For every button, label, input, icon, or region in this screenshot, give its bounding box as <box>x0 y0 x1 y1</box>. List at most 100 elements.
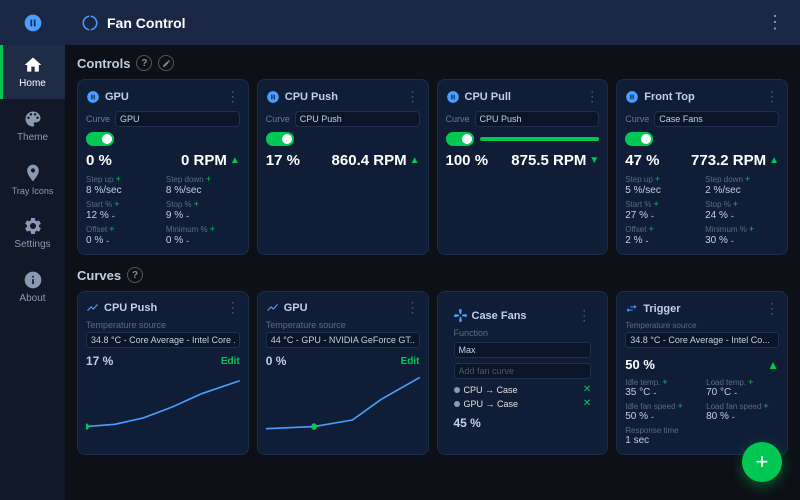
trigger-more[interactable]: ⋮ <box>765 300 779 317</box>
cpu-push-curve-pct: 17 % Edit <box>78 352 248 372</box>
trigger-temp-select[interactable]: 34.8 °C - Core Average - Intel Co... <box>625 332 779 348</box>
ft-start: Start % + 27 % - <box>625 199 699 221</box>
theme-icon <box>23 109 43 129</box>
ft-offset: Offset + 2 % - <box>625 224 699 246</box>
cpu-push-card-title: CPU Push <box>266 90 338 104</box>
gpu-step-down-val: 8 %/sec <box>166 185 240 196</box>
home-icon <box>23 55 43 75</box>
sidebar-item-theme-label: Theme <box>17 132 48 143</box>
gpu-step-up-val: 8 %/sec <box>86 185 160 196</box>
front-top-toggle[interactable] <box>625 132 653 146</box>
trigger-chevron-up: ▲ <box>767 358 779 372</box>
gpu-pct: 0 % <box>86 152 112 169</box>
add-fan-select[interactable]: Add fan curve <box>454 363 592 379</box>
gpu-start-val: 12 % - <box>86 210 160 221</box>
cpu-push-curve-more[interactable]: ⋮ <box>226 299 240 316</box>
gpu-control-card: GPU ⋮ Curve GPU 0 % 0 RPM <box>77 79 249 255</box>
cpu-push-rpm: 860.4 RPM ▲ <box>332 152 420 169</box>
sidebar-top <box>0 0 65 45</box>
controls-help-icon[interactable]: ? <box>136 55 152 71</box>
cpu-push-control-card: CPU Push ⋮ Curve CPU Push 17 % 860.4 <box>257 79 429 255</box>
cpu-push-card-header: CPU Push ⋮ <box>266 88 420 105</box>
cpu-pull-curve-label: Curve <box>446 114 470 124</box>
front-top-title: Front Top <box>644 91 695 103</box>
info-icon <box>23 270 43 290</box>
remove-gpu-case-button[interactable]: ✕ <box>583 398 591 409</box>
cpu-push-chart <box>78 372 248 432</box>
sidebar-item-home-label: Home <box>19 78 46 89</box>
content-area: Controls ? GPU ⋮ Curve GPU <box>65 45 800 500</box>
case-func-label-row: Function <box>454 328 592 338</box>
gpu-toggle[interactable] <box>86 132 114 146</box>
cpu-push-more-button[interactable]: ⋮ <box>406 88 420 105</box>
gpu-title: GPU <box>105 91 129 103</box>
gpu-offset-label: Offset + <box>86 224 160 234</box>
cpu-pull-toggle[interactable] <box>446 132 474 146</box>
sidebar: Home Theme Tray Icons Settings About <box>0 0 65 500</box>
gpu-curve-label: Curve <box>86 114 110 124</box>
cpu-push-curve-select[interactable]: CPU Push <box>295 111 420 127</box>
trigger-temp-block: Temperature source 34.8 °C - Core Averag… <box>625 321 779 357</box>
trigger-temp-label: Temperature source <box>625 321 779 330</box>
front-top-rpm-arrow: ▲ <box>769 155 779 166</box>
cpu-pull-card-header: CPU Pull ⋮ <box>446 88 600 105</box>
cpu-pull-curve-select[interactable]: CPU Push <box>475 111 600 127</box>
cpu-pull-control-card: CPU Pull ⋮ Curve CPU Push 100 % <box>437 79 609 255</box>
gpu-curve-select[interactable]: GPU <box>115 111 240 127</box>
gpu-temp-src-label: Temperature source 44 °C - GPU - NVIDIA … <box>258 320 428 352</box>
front-top-curve-row: Curve Case Fans <box>625 111 779 127</box>
gpu-chart <box>258 372 428 432</box>
case-fans-func: Function Max Add fan curve CPU → Case ✕ <box>446 328 600 434</box>
app-header: Fan Control ⋮ <box>65 0 800 45</box>
front-top-more-button[interactable]: ⋮ <box>765 88 779 105</box>
case-fans-curve-card: Case Fans ⋮ Function Max Add fan curve <box>437 291 609 455</box>
gpu-card-header: GPU ⋮ <box>86 88 240 105</box>
front-top-curve-select[interactable]: Case Fans <box>654 111 779 127</box>
gpu-rpm: 0 RPM ▲ <box>181 152 240 169</box>
header-menu-button[interactable]: ⋮ <box>766 12 784 33</box>
cpu-push-title: CPU Push <box>285 91 338 103</box>
gpu-min-val: 0 % - <box>166 235 240 246</box>
cpu-pull-value-row: 100 % 875.5 RPM ▼ <box>446 152 600 169</box>
cpu-pull-more-button[interactable]: ⋮ <box>585 88 599 105</box>
controls-edit-icon[interactable] <box>158 55 174 71</box>
case-fans-more[interactable]: ⋮ <box>577 307 591 324</box>
sidebar-item-home[interactable]: Home <box>0 45 65 99</box>
front-top-toggle-row <box>625 132 779 146</box>
cpu-push-edit-link[interactable]: Edit <box>221 356 240 367</box>
front-top-control-card: Front Top ⋮ Curve Case Fans 47 % 773. <box>616 79 788 255</box>
gpu-card-title: GPU <box>86 90 129 104</box>
gpu-toggle-row <box>86 132 240 146</box>
gpu-offset-val: 0 % - <box>86 235 160 246</box>
gpu-curve-more[interactable]: ⋮ <box>406 299 420 316</box>
sidebar-item-tray[interactable]: Tray Icons <box>0 153 65 206</box>
curves-cards-grid: CPU Push ⋮ Temperature source 34.8 °C - … <box>77 291 788 455</box>
gpu-min-label: Minimum % + <box>166 224 240 234</box>
cpu-push-toggle[interactable] <box>266 132 294 146</box>
remove-cpu-case-button[interactable]: ✕ <box>583 384 591 395</box>
sidebar-item-about[interactable]: About <box>0 260 65 314</box>
cpu-push-temp-select[interactable]: 34.8 °C - Core Average - Intel Core ... <box>86 332 240 348</box>
add-fab-button[interactable]: + <box>742 442 782 482</box>
cpu-push-curve-title: CPU Push <box>86 301 157 314</box>
gpu-temp-select[interactable]: 44 °C - GPU - NVIDIA GeForce GT... <box>266 332 420 348</box>
case-func-select[interactable]: Max <box>454 342 592 358</box>
sidebar-item-settings-label: Settings <box>14 239 50 250</box>
gpu-edit-link[interactable]: Edit <box>401 356 420 367</box>
curves-help-icon[interactable]: ? <box>127 267 143 283</box>
sidebar-item-theme[interactable]: Theme <box>0 99 65 153</box>
gpu-more-button[interactable]: ⋮ <box>226 88 240 105</box>
cpu-push-temp-src-label: Temperature source 34.8 °C - Core Averag… <box>78 320 248 352</box>
ft-min: Minimum % + 30 % - <box>705 224 779 246</box>
sidebar-item-tray-label: Tray Icons <box>12 186 54 196</box>
gpu-start-label: Start % + <box>86 199 160 209</box>
sidebar-item-settings[interactable]: Settings <box>0 206 65 260</box>
front-top-value-row: 47 % 773.2 RPM ▲ <box>625 152 779 169</box>
case-fans-pct: 45 % <box>454 412 592 430</box>
front-top-pct: 47 % <box>625 152 659 169</box>
controls-section-header: Controls ? <box>77 55 788 71</box>
gpu-step-up-label: Step up + <box>86 174 160 184</box>
sidebar-item-about-label: About <box>19 293 45 304</box>
idle-fan-block: Idle fan speed + 50 % - <box>625 401 698 422</box>
cpu-pull-toggle-row <box>446 132 600 146</box>
